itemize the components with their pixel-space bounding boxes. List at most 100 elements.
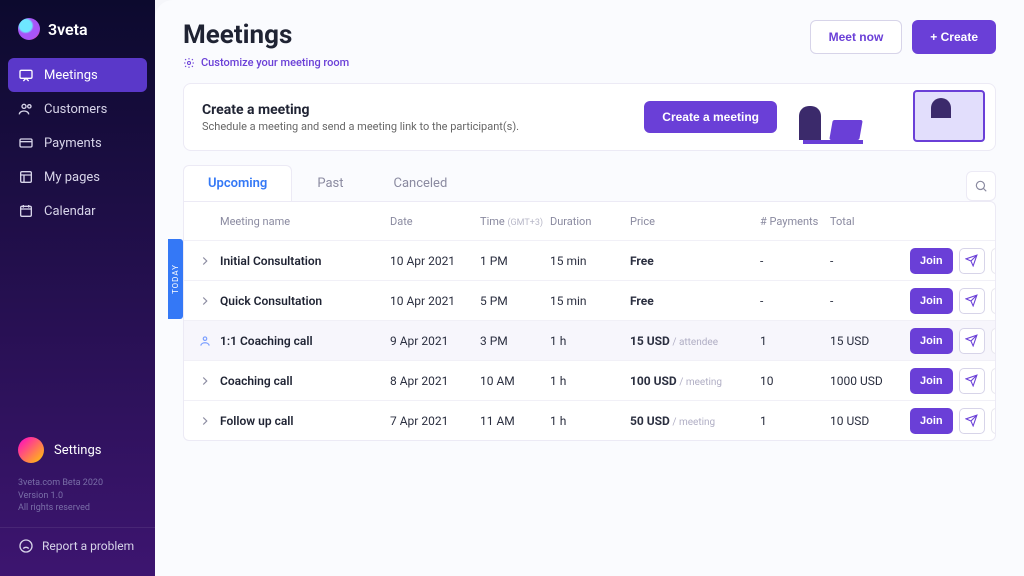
chevron-right-icon — [198, 254, 212, 268]
settings-label: Settings — [54, 443, 101, 458]
col-payments: # Payments — [760, 215, 830, 228]
sidebar-item-mypages[interactable]: My pages — [0, 160, 155, 194]
meeting-name: Initial Consultation — [220, 254, 390, 268]
table-row[interactable]: Initial Consultation10 Apr 20211 PM15 mi… — [184, 240, 995, 280]
sidebar-nav: Meetings Customers Payments My pages Cal… — [0, 58, 155, 228]
pages-icon — [18, 169, 34, 185]
sidebar-item-label: Customers — [44, 102, 107, 117]
sidebar-settings[interactable]: Settings — [0, 427, 155, 473]
meeting-duration: 15 min — [550, 294, 630, 308]
col-date: Date — [390, 215, 480, 228]
calendar-icon — [18, 203, 34, 219]
tab-canceled[interactable]: Canceled — [368, 165, 472, 201]
cancel-meeting-button[interactable] — [991, 368, 996, 394]
join-button[interactable]: Join — [910, 328, 953, 354]
person-icon — [198, 334, 212, 348]
col-time: Time (GMT+3) — [480, 215, 550, 228]
meeting-duration: 1 h — [550, 374, 630, 388]
cancel-meeting-button[interactable] — [991, 288, 996, 314]
meeting-payments: - — [760, 254, 830, 268]
table-row[interactable]: Quick Consultation10 Apr 20215 PM15 minF… — [184, 280, 995, 320]
tab-upcoming[interactable]: Upcoming — [183, 165, 292, 201]
create-meeting-button[interactable]: Create a meeting — [644, 101, 777, 133]
send-link-button[interactable] — [959, 328, 985, 354]
meeting-duration: 1 h — [550, 334, 630, 348]
meeting-name: Follow up call — [220, 414, 390, 428]
join-button[interactable]: Join — [910, 408, 953, 434]
sidebar-meta: 3veta.com Beta 2020 Version 1.0 All righ… — [0, 473, 155, 527]
meeting-time: 3 PM — [480, 334, 550, 348]
meeting-total: 10 USD — [830, 414, 910, 428]
chevron-right-icon — [198, 294, 212, 308]
meeting-price: 50 USD / meeting — [630, 414, 760, 428]
meeting-payments: 10 — [760, 374, 830, 388]
cancel-meeting-button[interactable] — [991, 408, 996, 434]
meeting-price: Free — [630, 254, 760, 268]
meeting-price: Free — [630, 294, 760, 308]
create-button[interactable]: + Create — [912, 20, 996, 54]
join-button[interactable]: Join — [910, 248, 953, 274]
meeting-date: 7 Apr 2021 — [390, 414, 480, 428]
frown-icon — [18, 538, 34, 554]
chevron-right-icon — [198, 374, 212, 388]
send-link-button[interactable] — [959, 288, 985, 314]
sidebar-item-calendar[interactable]: Calendar — [0, 194, 155, 228]
col-price: Price — [630, 215, 760, 228]
meeting-total: - — [830, 294, 910, 308]
banner-title: Create a meeting — [202, 102, 519, 118]
table-row[interactable]: Coaching call8 Apr 202110 AM1 h100 USD /… — [184, 360, 995, 400]
tab-past[interactable]: Past — [292, 165, 368, 201]
send-link-button[interactable] — [959, 408, 985, 434]
sidebar-item-label: My pages — [44, 170, 100, 185]
meeting-price: 15 USD / attendee — [630, 334, 760, 348]
main-content: Meetings Customize your meeting room Mee… — [155, 0, 1024, 576]
users-icon — [18, 101, 34, 117]
cancel-meeting-button[interactable] — [991, 248, 996, 274]
meeting-time: 11 AM — [480, 414, 550, 428]
report-problem[interactable]: Report a problem — [0, 527, 155, 564]
search-button[interactable] — [966, 171, 996, 201]
meeting-total: 1000 USD — [830, 374, 910, 388]
send-icon — [965, 334, 978, 347]
meeting-payments: 1 — [760, 414, 830, 428]
customize-room-link[interactable]: Customize your meeting room — [183, 56, 349, 69]
meeting-total: 15 USD — [830, 334, 910, 348]
send-link-button[interactable] — [959, 248, 985, 274]
sidebar-item-customers[interactable]: Customers — [0, 92, 155, 126]
table-row[interactable]: Follow up call7 Apr 202111 AM1 h50 USD /… — [184, 400, 995, 440]
sidebar: 3veta Meetings Customers Payments My pag… — [0, 0, 155, 576]
meeting-time: 5 PM — [480, 294, 550, 308]
meeting-duration: 15 min — [550, 254, 630, 268]
col-total: Total — [830, 215, 910, 228]
send-icon — [965, 294, 978, 307]
brand-logo[interactable]: 3veta — [0, 18, 155, 58]
chevron-right-icon — [198, 414, 212, 428]
meeting-date: 10 Apr 2021 — [390, 294, 480, 308]
banner-subtitle: Schedule a meeting and send a meeting li… — [202, 120, 519, 133]
send-icon — [965, 414, 978, 427]
join-button[interactable]: Join — [910, 368, 953, 394]
avatar — [18, 437, 44, 463]
today-flag: TODAY — [168, 239, 183, 319]
meeting-duration: 1 h — [550, 414, 630, 428]
table-header: Meeting name Date Time (GMT+3) Duration … — [184, 202, 995, 240]
gear-icon — [183, 57, 195, 69]
sidebar-item-payments[interactable]: Payments — [0, 126, 155, 160]
chat-icon — [18, 67, 34, 83]
sidebar-item-meetings[interactable]: Meetings — [8, 58, 147, 92]
report-label: Report a problem — [42, 539, 134, 553]
meeting-time: 10 AM — [480, 374, 550, 388]
join-button[interactable]: Join — [910, 288, 953, 314]
meeting-name: Coaching call — [220, 374, 390, 388]
cancel-meeting-button[interactable] — [991, 328, 996, 354]
col-duration: Duration — [550, 215, 630, 228]
table-row[interactable]: 1:1 Coaching call9 Apr 20213 PM1 h15 USD… — [184, 320, 995, 360]
meeting-date: 10 Apr 2021 — [390, 254, 480, 268]
meeting-time: 1 PM — [480, 254, 550, 268]
meeting-price: 100 USD / meeting — [630, 374, 760, 388]
send-link-button[interactable] — [959, 368, 985, 394]
send-icon — [965, 374, 978, 387]
meeting-payments: - — [760, 294, 830, 308]
meet-now-button[interactable]: Meet now — [810, 20, 903, 54]
send-icon — [965, 254, 978, 267]
